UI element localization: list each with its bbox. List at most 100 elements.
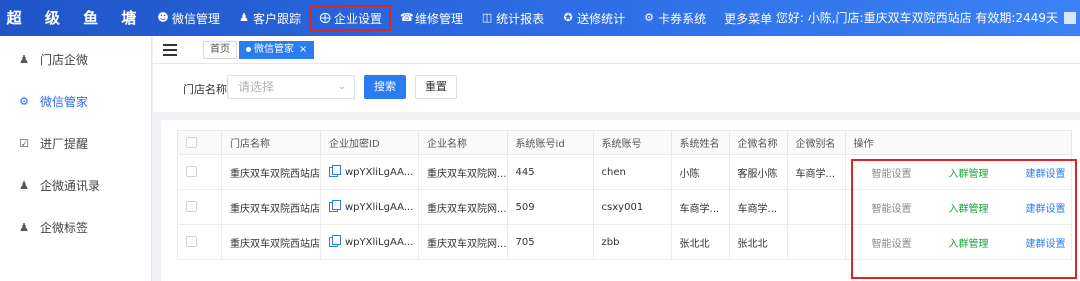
nav-stat-report[interactable]: ◫ 统计报表 bbox=[474, 7, 551, 29]
cell-store: 重庆双车双院西站店 bbox=[221, 154, 321, 190]
close-icon[interactable]: × bbox=[299, 44, 307, 55]
nav-customer-tracking[interactable]: ♟ 客户跟踪 bbox=[231, 7, 308, 29]
nav-label: 客户跟踪 bbox=[253, 11, 302, 26]
row-checkbox[interactable] bbox=[186, 166, 197, 178]
sidebar-item-wechat-butler[interactable]: ⚙ 微信管家 bbox=[0, 80, 152, 122]
cell-wecom-alias: 车商学... bbox=[786, 154, 846, 190]
table-row: 重庆双车双院西站店 wpYXliLgAA... 重庆双车双院网... 705 z… bbox=[177, 224, 1072, 260]
table-container: 门店名称 企业加密ID 企业名称 系统账号id 系统账号 系统姓名 企微名称 企… bbox=[161, 120, 1080, 281]
col-corp-id: 企业加密ID bbox=[320, 130, 419, 155]
tab-wechat-butler[interactable]: 微信管家 × bbox=[239, 41, 315, 59]
row-select-cell bbox=[177, 224, 222, 260]
menu-toggle-icon[interactable] bbox=[163, 44, 177, 56]
sidebar-item-wecom-tags[interactable]: ♟ 企微标签 bbox=[0, 206, 152, 248]
nav-repair-manage[interactable]: ☎ 维修管理 bbox=[393, 7, 470, 29]
row-checkbox[interactable] bbox=[186, 201, 197, 213]
nav-more-menu[interactable]: 更多菜单 bbox=[717, 7, 779, 29]
row-checkbox[interactable] bbox=[186, 236, 197, 248]
build-group-link[interactable]: 建群设置 bbox=[1026, 200, 1066, 215]
sidebar: ♟ 门店企微 ⚙ 微信管家 ☑ 进厂提醒 ♟ 企微通讯录 ♟ 企微标签 bbox=[0, 36, 152, 281]
group-manage-link[interactable]: 入群管理 bbox=[949, 235, 989, 250]
col-store-name: 门店名称 bbox=[221, 130, 321, 155]
plus-circle-icon: ⨁ bbox=[319, 11, 331, 24]
corp-id-text: wpYXliLgAA... bbox=[345, 166, 414, 178]
chevron-down-icon: ⌄ bbox=[337, 81, 346, 92]
select-all-checkbox[interactable] bbox=[186, 136, 197, 148]
corp-id-text: wpYXliLgAA... bbox=[345, 201, 414, 213]
filter-label: 门店名称 bbox=[183, 83, 227, 96]
copy-icon[interactable] bbox=[329, 164, 341, 177]
cell-wecom-name: 车商学... bbox=[728, 189, 788, 225]
cell-wecom-name: 客服小陈 bbox=[728, 154, 788, 190]
cell-account-id: 509 bbox=[506, 189, 594, 225]
sidebar-item-wecom-contacts[interactable]: ♟ 企微通讯录 bbox=[0, 164, 152, 206]
cell-actions: 智能设置 入群管理 建群设置 bbox=[844, 189, 1072, 225]
fullscreen-icon[interactable] bbox=[1064, 12, 1076, 24]
ticket-icon: ⚙ bbox=[644, 11, 655, 24]
nav-label: 统计报表 bbox=[496, 11, 545, 26]
report-icon: ◫ bbox=[481, 11, 493, 24]
person-icon: ♟ bbox=[19, 52, 29, 66]
cell-actions: 智能设置 入群管理 建群设置 bbox=[844, 224, 1072, 260]
tab-label: 首页 bbox=[210, 44, 230, 55]
cell-name: 车商学... bbox=[670, 189, 730, 225]
main-content: 门店名称 请选择 ⌄ 搜索 重置 门店名称 企业加密ID 企业名称 系统账号id … bbox=[153, 64, 1080, 281]
smart-settings-link[interactable]: 智能设置 bbox=[872, 165, 912, 180]
group-manage-link[interactable]: 入群管理 bbox=[949, 165, 989, 180]
contacts-icon: ♟ bbox=[19, 178, 29, 192]
sidebar-item-label: 门店企微 bbox=[40, 52, 89, 67]
nav-label: 送修统计 bbox=[577, 11, 626, 26]
nav-repair-stat[interactable]: ✪ 送修统计 bbox=[555, 7, 632, 29]
filter-bar: 门店名称 请选择 ⌄ 搜索 重置 bbox=[153, 64, 1080, 112]
build-group-link[interactable]: 建群设置 bbox=[1026, 165, 1066, 180]
select-all-cell bbox=[177, 130, 222, 155]
reset-button[interactable]: 重置 bbox=[415, 75, 457, 99]
cell-wecom-alias bbox=[786, 224, 846, 260]
cell-name: 小陈 bbox=[670, 154, 730, 190]
group-manage-link[interactable]: 入群管理 bbox=[949, 200, 989, 215]
cell-name: 张北北 bbox=[670, 224, 730, 260]
cell-account: csxy001 bbox=[592, 189, 672, 225]
copy-icon[interactable] bbox=[329, 199, 341, 212]
nav-label: 更多菜单 bbox=[724, 11, 773, 26]
table-header-row: 门店名称 企业加密ID 企业名称 系统账号id 系统账号 系统姓名 企微名称 企… bbox=[177, 130, 1072, 155]
data-table: 门店名称 企业加密ID 企业名称 系统账号id 系统账号 系统姓名 企微名称 企… bbox=[177, 130, 1072, 260]
cell-account-id: 445 bbox=[506, 154, 594, 190]
users-icon: ☻ bbox=[157, 11, 169, 24]
nav-enterprise-settings[interactable]: ⨁ 企业设置 bbox=[310, 5, 392, 31]
col-system-name: 系统姓名 bbox=[670, 130, 730, 155]
copy-icon[interactable] bbox=[329, 234, 341, 247]
cell-corp-id: wpYXliLgAA... bbox=[320, 189, 419, 225]
cell-account-id: 705 bbox=[506, 224, 594, 260]
cell-account: zbb bbox=[592, 224, 672, 260]
store-select[interactable]: 请选择 ⌄ bbox=[227, 75, 355, 99]
nav-label: 卡券系统 bbox=[658, 11, 707, 26]
sidebar-item-store-wecom[interactable]: ♟ 门店企微 bbox=[0, 38, 152, 80]
gear-icon: ⚙ bbox=[19, 94, 29, 108]
sidebar-item-label: 企微标签 bbox=[40, 220, 89, 235]
tag-icon: ♟ bbox=[19, 220, 29, 234]
cell-account: chen bbox=[592, 154, 672, 190]
col-actions: 操作 bbox=[844, 130, 1072, 155]
build-group-link[interactable]: 建群设置 bbox=[1026, 235, 1066, 250]
active-dot-icon bbox=[246, 46, 251, 52]
sidebar-item-label: 企微通讯录 bbox=[40, 178, 101, 193]
cell-corp-name: 重庆双车双院网... bbox=[418, 224, 508, 260]
corp-id-text: wpYXliLgAA... bbox=[345, 236, 414, 248]
search-button[interactable]: 搜索 bbox=[364, 75, 406, 99]
tab-home[interactable]: 首页 bbox=[203, 41, 237, 59]
cell-wecom-alias bbox=[786, 189, 846, 225]
smart-settings-link[interactable]: 智能设置 bbox=[872, 200, 912, 215]
checkbox-icon: ☑ bbox=[19, 136, 29, 150]
smart-settings-link[interactable]: 智能设置 bbox=[872, 235, 912, 250]
col-wecom-name: 企微名称 bbox=[728, 130, 788, 155]
nav-wechat-manage[interactable]: ☻ 微信管理 bbox=[150, 7, 227, 29]
tab-label: 微信管家 bbox=[254, 44, 294, 55]
nav-label: 维修管理 bbox=[415, 11, 464, 26]
sidebar-item-entry-reminder[interactable]: ☑ 进厂提醒 bbox=[0, 122, 152, 164]
cell-corp-name: 重庆双车双院网... bbox=[418, 154, 508, 190]
select-placeholder: 请选择 bbox=[238, 80, 275, 94]
nav-coupon-system[interactable]: ⚙ 卡券系统 bbox=[636, 7, 713, 29]
col-account-id: 系统账号id bbox=[506, 130, 594, 155]
greeting-text: 您好: 小陈,门店:重庆双车双院西站店 有效期:2449天 bbox=[775, 11, 1058, 25]
